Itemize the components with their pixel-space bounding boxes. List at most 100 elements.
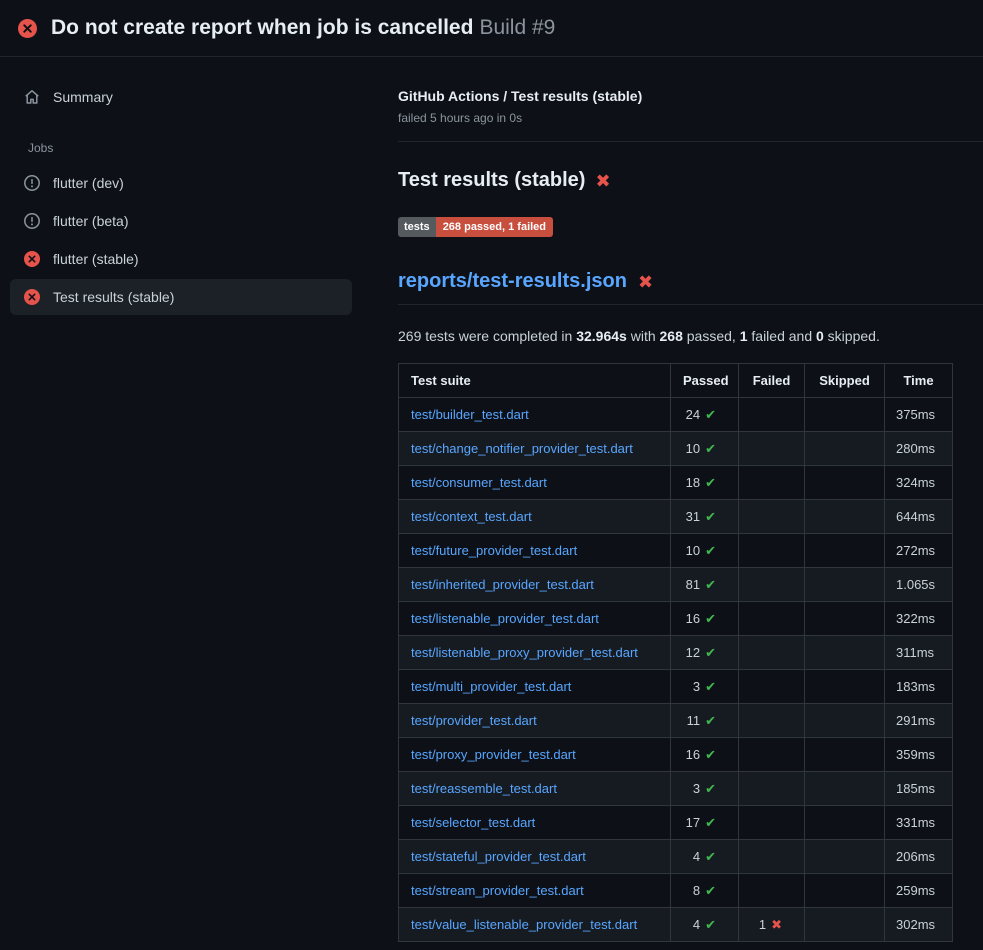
count-value: 17 (686, 815, 700, 830)
suite-link[interactable]: test/inherited_provider_test.dart (411, 577, 594, 592)
breadcrumb: GitHub Actions / Test results (stable) (398, 88, 983, 104)
skipped-cell (805, 738, 885, 772)
time-cell: 322ms (885, 602, 953, 636)
check-icon: ✔ (705, 713, 716, 728)
suite-link[interactable]: test/stateful_provider_test.dart (411, 849, 586, 864)
suite-link[interactable]: test/proxy_provider_test.dart (411, 747, 576, 762)
passed-cell: 11✔ (671, 704, 739, 738)
report-file-link[interactable]: reports/test-results.json (398, 270, 627, 293)
sidebar-job-item[interactable]: flutter (stable) (10, 241, 352, 277)
check-icon: ✔ (705, 849, 716, 864)
header-divider (398, 141, 983, 142)
suite-link[interactable]: test/stream_provider_test.dart (411, 883, 584, 898)
summary-failed-count: 1 (740, 328, 748, 344)
column-header-time: Time (885, 364, 953, 398)
count-value: 3 (693, 781, 700, 796)
suite-link[interactable]: test/listenable_provider_test.dart (411, 611, 599, 626)
suite-cell: test/inherited_provider_test.dart (399, 568, 671, 602)
column-header-skipped: Skipped (805, 364, 885, 398)
failed-cell (739, 636, 805, 670)
suite-link[interactable]: test/consumer_test.dart (411, 475, 547, 490)
table-row: test/stream_provider_test.dart8✔259ms (399, 874, 953, 908)
column-header-passed: Passed (671, 364, 739, 398)
time-cell: 302ms (885, 908, 953, 942)
suite-cell: test/stateful_provider_test.dart (399, 840, 671, 874)
summary-passed-count: 268 (660, 328, 683, 344)
passed-cell: 18 ✔ (671, 466, 739, 500)
jobs-section-label: Jobs (28, 141, 352, 155)
build-number: Build #9 (479, 16, 555, 39)
passed-cell: 4✔ (671, 908, 739, 942)
count-value: 31 (686, 509, 700, 524)
skipped-cell (805, 568, 885, 602)
skipped-cell (805, 908, 885, 942)
count-value: 81 (686, 577, 700, 592)
suite-link[interactable]: test/selector_test.dart (411, 815, 535, 830)
failed-status-icon (24, 251, 40, 267)
summary-skipped-count: 0 (816, 328, 824, 344)
suite-cell: test/provider_test.dart (399, 704, 671, 738)
suite-link[interactable]: test/builder_test.dart (411, 407, 529, 422)
suite-link[interactable]: test/listenable_proxy_provider_test.dart (411, 645, 638, 660)
cross-icon: ✖ (595, 172, 610, 190)
suite-cell: test/builder_test.dart (399, 398, 671, 432)
time-cell: 359ms (885, 738, 953, 772)
suite-cell: test/selector_test.dart (399, 806, 671, 840)
skipped-cell (805, 398, 885, 432)
failed-cell (739, 670, 805, 704)
count-value: 10 (686, 441, 700, 456)
check-icon: ✔ (705, 883, 716, 898)
skipped-cell (805, 534, 885, 568)
count-value: 16 (686, 747, 700, 762)
skipped-cell (805, 636, 885, 670)
count-value: 1 (759, 917, 766, 932)
check-icon: ✔ (705, 475, 716, 490)
sidebar-job-item[interactable]: Test results (stable) (10, 279, 352, 315)
check-icon: ✔ (705, 577, 716, 592)
table-row: test/multi_provider_test.dart3✔183ms (399, 670, 953, 704)
cross-icon: ✖ (638, 273, 653, 291)
passed-cell: 17✔ (671, 806, 739, 840)
time-cell: 644ms (885, 500, 953, 534)
count-value: 18 (686, 475, 700, 490)
skipped-cell (805, 432, 885, 466)
suite-link[interactable]: test/multi_provider_test.dart (411, 679, 571, 694)
badge-label: tests (398, 217, 436, 237)
sidebar-item-summary[interactable]: Summary (10, 79, 352, 115)
suite-link[interactable]: test/value_listenable_provider_test.dart (411, 917, 637, 932)
failed-cell (739, 772, 805, 806)
suite-link[interactable]: test/change_notifier_provider_test.dart (411, 441, 633, 456)
check-icon: ✔ (705, 611, 716, 626)
sidebar-job-item[interactable]: flutter (beta) (10, 203, 352, 239)
check-icon: ✔ (705, 781, 716, 796)
time-cell: 183ms (885, 670, 953, 704)
table-row: test/listenable_provider_test.dart16✔322… (399, 602, 953, 636)
failed-cell (739, 874, 805, 908)
jobs-list: flutter (dev) flutter (beta) flutter (stab… (10, 165, 352, 315)
suite-link[interactable]: test/provider_test.dart (411, 713, 537, 728)
job-label: flutter (stable) (53, 251, 139, 267)
suite-link[interactable]: test/context_test.dart (411, 509, 532, 524)
passed-cell: 12✔ (671, 636, 739, 670)
suite-cell: test/multi_provider_test.dart (399, 670, 671, 704)
suite-link[interactable]: test/future_provider_test.dart (411, 543, 577, 558)
sidebar-summary-label: Summary (53, 89, 113, 105)
failed-cell (739, 432, 805, 466)
count-value: 8 (693, 883, 700, 898)
run-title: Do not create report when job is cancell… (51, 16, 473, 39)
table-row: test/context_test.dart31✔644ms (399, 500, 953, 534)
sidebar-job-item[interactable]: flutter (dev) (10, 165, 352, 201)
suite-cell: test/consumer_test.dart (399, 466, 671, 500)
job-label: flutter (beta) (53, 213, 128, 229)
job-label: flutter (dev) (53, 175, 124, 191)
failed-cell (739, 806, 805, 840)
suite-cell: test/proxy_provider_test.dart (399, 738, 671, 772)
suite-link[interactable]: test/reassemble_test.dart (411, 781, 557, 796)
table-header-row: Test suitePassedFailedSkippedTime (399, 364, 953, 398)
passed-cell: 16✔ (671, 738, 739, 772)
run-title-line: Do not create report when job is cancell… (51, 16, 555, 40)
table-row: test/consumer_test.dart18✔324ms (399, 466, 953, 500)
time-cell: 280ms (885, 432, 953, 466)
table-row: test/proxy_provider_test.dart 16✔ 359ms (399, 738, 953, 772)
failed-cell (739, 398, 805, 432)
